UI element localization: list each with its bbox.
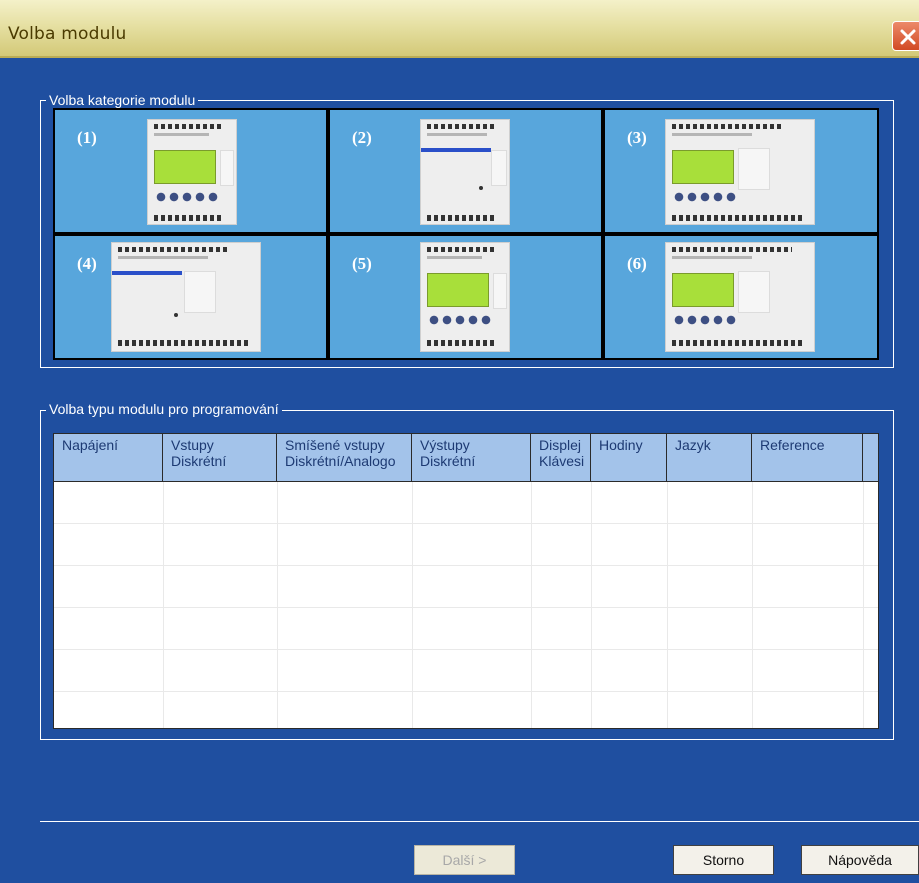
category-group-label: Volba kategorie modulu: [46, 92, 199, 108]
column-header-line: Smíšené vstupy: [285, 437, 385, 453]
table-row[interactable]: [54, 482, 878, 524]
module-category-tile-2[interactable]: (2): [330, 110, 601, 232]
module-image-3: [665, 119, 815, 225]
close-button[interactable]: [892, 21, 919, 51]
tile-label-3: (3): [627, 128, 647, 147]
close-icon: [900, 29, 916, 45]
column-header-jazyk[interactable]: Jazyk: [667, 434, 752, 482]
module-category-tile-1[interactable]: (1): [55, 110, 326, 232]
module-category-tile-3[interactable]: (3): [605, 110, 877, 232]
tile-label-5: (5): [352, 254, 372, 273]
module-category-tile-4[interactable]: (4): [55, 236, 326, 358]
module-category-grid: (1) (2) (3) (4) (5) (6): [53, 108, 879, 360]
module-image-4: [111, 242, 261, 352]
column-header-line: Jazyk: [675, 437, 711, 453]
tile-label-4: (4): [77, 254, 97, 273]
cancel-button[interactable]: Storno: [673, 845, 774, 875]
column-header-line: Výstupy: [420, 437, 470, 453]
table-header: Napájení Vstupy Diskrétní Smíšené vstupy…: [54, 434, 878, 482]
column-header-line: Reference: [760, 437, 825, 453]
column-header-line: Hodiny: [599, 437, 643, 453]
table-row[interactable]: [54, 692, 878, 728]
next-button[interactable]: Další >: [414, 845, 515, 875]
module-image-6: [665, 242, 815, 352]
tile-label-6: (6): [627, 254, 647, 273]
column-header-napajeni[interactable]: Napájení: [54, 434, 163, 482]
tile-label-1: (1): [77, 128, 97, 147]
column-header-smisene-vstupy[interactable]: Smíšené vstupy Diskrétní/Analogo: [277, 434, 412, 482]
column-header-line: Vstupy: [171, 437, 214, 453]
column-header-line: Diskrétní: [420, 453, 476, 469]
module-image-2: [420, 119, 510, 225]
column-header-line: Diskrétní/Analogo: [285, 453, 396, 469]
column-header-vstupy[interactable]: Vstupy Diskrétní: [163, 434, 277, 482]
module-type-table[interactable]: Napájení Vstupy Diskrétní Smíšené vstupy…: [53, 433, 879, 729]
window-title: Volba modulu: [8, 24, 127, 44]
table-row[interactable]: [54, 650, 878, 692]
column-header-line: Klávesi: [539, 453, 585, 469]
column-header-reference[interactable]: Reference: [752, 434, 863, 482]
title-bar[interactable]: Volba modulu: [0, 0, 919, 58]
table-row[interactable]: [54, 608, 878, 650]
column-header-hodiny[interactable]: Hodiny: [591, 434, 667, 482]
module-category-tile-5[interactable]: (5): [330, 236, 601, 358]
module-image-5: [420, 242, 510, 352]
help-button[interactable]: Nápověda: [801, 845, 919, 875]
dialog-window: Volba modulu Volba kategorie modulu (1) …: [0, 0, 919, 883]
column-header-line: Diskrétní: [171, 453, 227, 469]
column-header-vystupy[interactable]: Výstupy Diskrétní: [412, 434, 531, 482]
table-row[interactable]: [54, 566, 878, 608]
module-image-1: [147, 119, 237, 225]
column-header-displej[interactable]: Displej Klávesi: [531, 434, 591, 482]
column-header-filler: [863, 434, 878, 482]
column-header-line: Napájení: [62, 437, 119, 453]
footer-separator: [40, 821, 919, 822]
column-header-line: Displej: [539, 437, 582, 453]
module-category-tile-6[interactable]: (6): [605, 236, 877, 358]
type-group-label: Volba typu modulu pro programování: [46, 401, 282, 417]
tile-label-2: (2): [352, 128, 372, 147]
table-row[interactable]: [54, 524, 878, 566]
